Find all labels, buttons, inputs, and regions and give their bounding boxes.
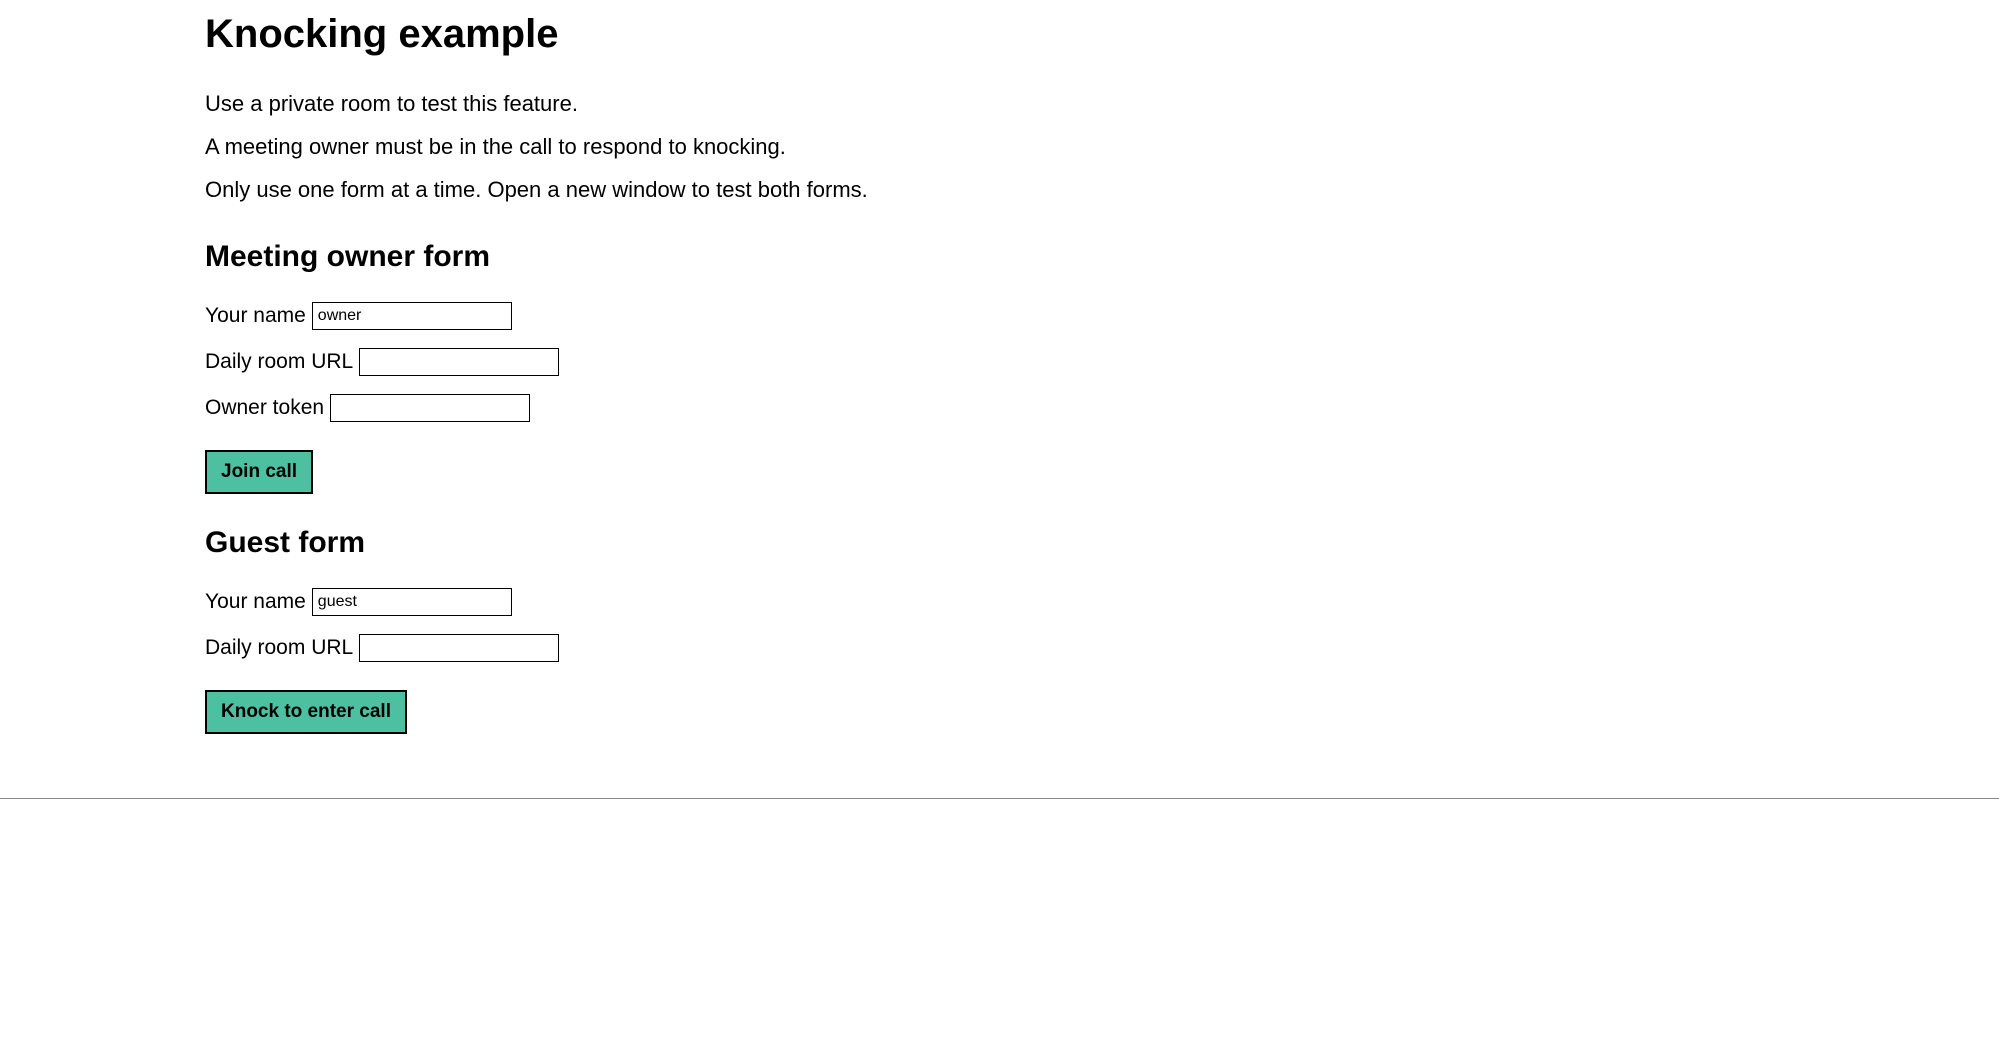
owner-url-row: Daily room URL bbox=[205, 348, 1794, 376]
guest-name-input[interactable] bbox=[312, 588, 512, 616]
owner-url-label: Daily room URL bbox=[205, 350, 353, 374]
guest-url-row: Daily room URL bbox=[205, 634, 1794, 662]
knock-to-enter-button[interactable]: Knock to enter call bbox=[205, 690, 407, 734]
description-line-2: A meeting owner must be in the call to r… bbox=[205, 129, 1794, 164]
description-line-1: Use a private room to test this feature. bbox=[205, 86, 1794, 121]
owner-token-row: Owner token bbox=[205, 394, 1794, 422]
owner-name-row: Your name bbox=[205, 302, 1794, 330]
guest-url-label: Daily room URL bbox=[205, 636, 353, 660]
owner-token-input[interactable] bbox=[330, 394, 530, 422]
page-container: Knocking example Use a private room to t… bbox=[0, 0, 1999, 764]
divider-line bbox=[0, 798, 1999, 799]
owner-name-label: Your name bbox=[205, 304, 306, 328]
guest-form-heading: Guest form bbox=[205, 526, 1794, 560]
guest-name-row: Your name bbox=[205, 588, 1794, 616]
guest-url-input[interactable] bbox=[359, 634, 559, 662]
guest-name-label: Your name bbox=[205, 590, 306, 614]
owner-name-input[interactable] bbox=[312, 302, 512, 330]
owner-url-input[interactable] bbox=[359, 348, 559, 376]
owner-form-heading: Meeting owner form bbox=[205, 240, 1794, 274]
join-call-button[interactable]: Join call bbox=[205, 450, 313, 494]
page-title: Knocking example bbox=[205, 10, 1794, 58]
owner-token-label: Owner token bbox=[205, 396, 324, 420]
description-line-3: Only use one form at a time. Open a new … bbox=[205, 172, 1794, 207]
